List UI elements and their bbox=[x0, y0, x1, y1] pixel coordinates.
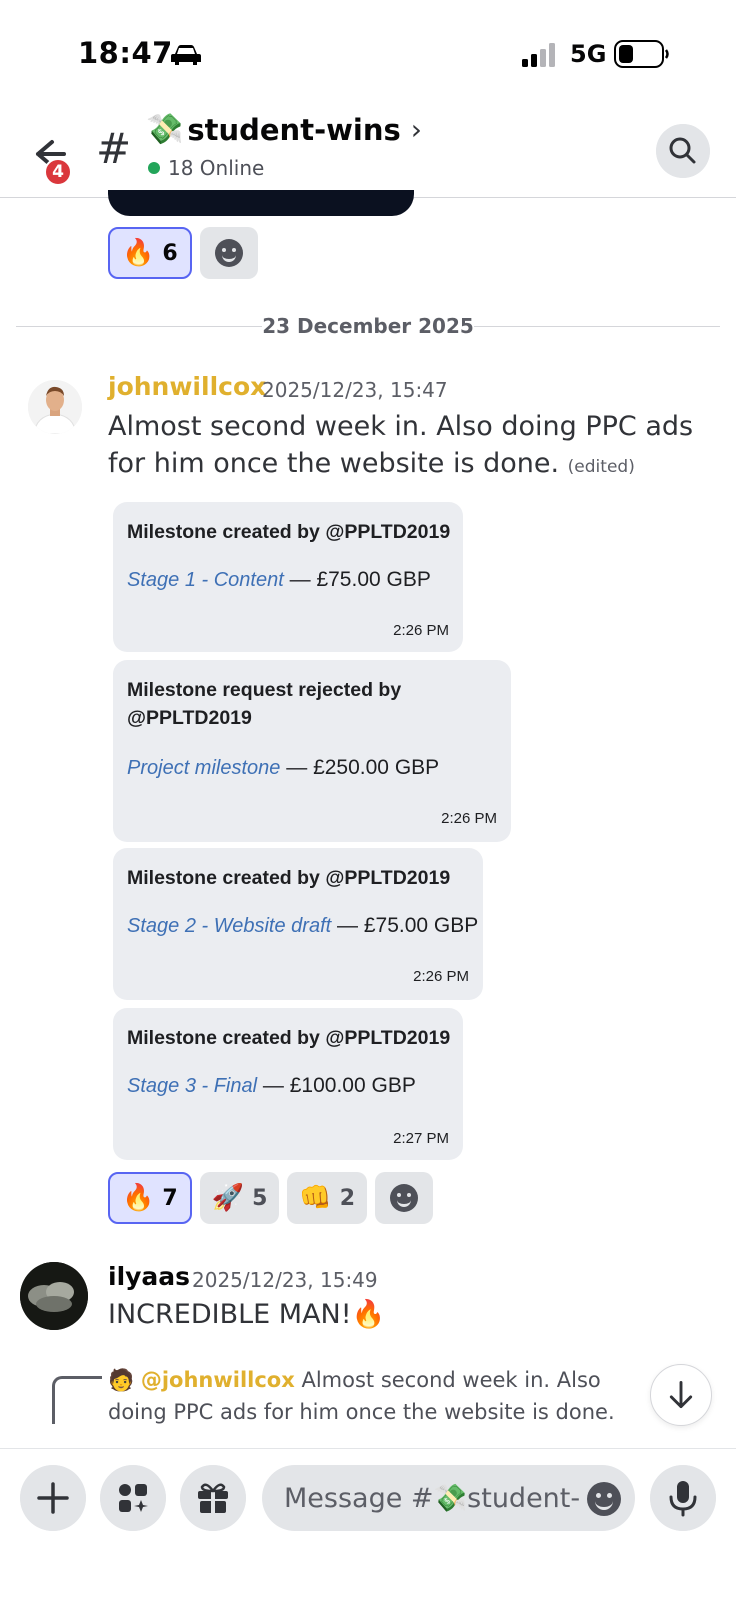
channel-header: 4 # 💸 student-wins › 18 Online bbox=[0, 108, 736, 198]
car-icon bbox=[171, 45, 201, 65]
chevron-right-icon: › bbox=[410, 113, 422, 146]
plus-button[interactable] bbox=[20, 1465, 86, 1531]
date-divider: 23 December 2025 bbox=[16, 314, 720, 338]
message-text: INCREDIBLE MAN!🔥 bbox=[108, 1299, 386, 1330]
search-button[interactable] bbox=[656, 124, 710, 178]
reply-preview[interactable]: 🧑 @johnwillcox Almost second week in. Al… bbox=[108, 1364, 648, 1428]
reaction-fire[interactable]: 🔥 7 bbox=[108, 1172, 192, 1224]
online-dot-icon bbox=[148, 162, 160, 174]
gift-button[interactable] bbox=[180, 1465, 246, 1531]
message-timestamp: 2025/12/23, 15:47 bbox=[262, 378, 448, 402]
composer-bar: Message #💸student-... bbox=[0, 1448, 736, 1600]
reactions-row-previous: 🔥 6 bbox=[108, 227, 258, 279]
channel-title[interactable]: 💸 student-wins › bbox=[146, 112, 422, 147]
message-timestamp: 2025/12/23, 15:49 bbox=[192, 1268, 378, 1292]
message-author[interactable]: johnwillcox bbox=[108, 372, 266, 401]
status-time: 18:47 bbox=[78, 36, 173, 70]
hash-icon: # bbox=[96, 124, 132, 173]
reaction-rocket[interactable]: 🚀 5 bbox=[199, 1172, 280, 1224]
jump-to-bottom-button[interactable] bbox=[650, 1364, 712, 1426]
milestone-card[interactable]: Milestone request rejected by @PPLTD2019… bbox=[113, 660, 511, 842]
unread-badge: 4 bbox=[44, 158, 72, 186]
message-author[interactable]: ilyaas bbox=[108, 1262, 190, 1291]
status-bar: 18:47 5G bbox=[0, 0, 736, 108]
microphone-button[interactable] bbox=[650, 1465, 716, 1531]
reply-mention[interactable]: @johnwillcox bbox=[141, 1368, 295, 1392]
avatar-johnwillcox[interactable] bbox=[28, 380, 82, 434]
network-type: 5G bbox=[570, 40, 607, 68]
previous-embed[interactable] bbox=[108, 190, 414, 216]
add-reaction-button[interactable] bbox=[199, 227, 258, 279]
smiley-icon bbox=[390, 1184, 419, 1212]
milestone-link[interactable]: Stage 1 - Content bbox=[127, 569, 284, 591]
emoji-picker-icon[interactable] bbox=[587, 1482, 621, 1516]
message-text: Almost second week in. Also doing PPC ad… bbox=[108, 411, 694, 479]
milestone-link[interactable]: Stage 3 - Final bbox=[127, 1075, 257, 1097]
milestone-card[interactable]: Milestone created by @PPLTD2019 Stage 3 … bbox=[113, 1008, 463, 1160]
edited-label: (edited) bbox=[567, 457, 635, 477]
online-count: 18 Online bbox=[168, 156, 265, 180]
reactions-row: 🔥 7 🚀 5 👊 2 bbox=[108, 1172, 434, 1224]
milestone-link[interactable]: Project milestone bbox=[127, 757, 280, 779]
apps-button[interactable] bbox=[100, 1465, 166, 1531]
reply-avatar-icon: 🧑 bbox=[108, 1368, 141, 1392]
smiley-icon bbox=[214, 239, 243, 267]
money-emoji: 💸 bbox=[146, 112, 184, 147]
add-reaction-button[interactable] bbox=[375, 1172, 434, 1224]
message-input[interactable]: Message #💸student-... bbox=[262, 1465, 635, 1531]
reaction-fist[interactable]: 👊 2 bbox=[287, 1172, 368, 1224]
reaction-fire[interactable]: 🔥 6 bbox=[108, 227, 192, 279]
cellular-signal-icon bbox=[522, 43, 555, 67]
avatar-ilyaas[interactable] bbox=[20, 1262, 88, 1330]
milestone-card[interactable]: Milestone created by @PPLTD2019 Stage 2 … bbox=[113, 848, 483, 1000]
online-status: 18 Online bbox=[148, 156, 264, 180]
channel-name: student-wins bbox=[187, 112, 401, 147]
battery-icon bbox=[614, 40, 669, 68]
milestone-card[interactable]: Milestone created by @PPLTD2019 Stage 1 … bbox=[113, 502, 463, 652]
milestone-link[interactable]: Stage 2 - Website draft bbox=[127, 915, 331, 937]
